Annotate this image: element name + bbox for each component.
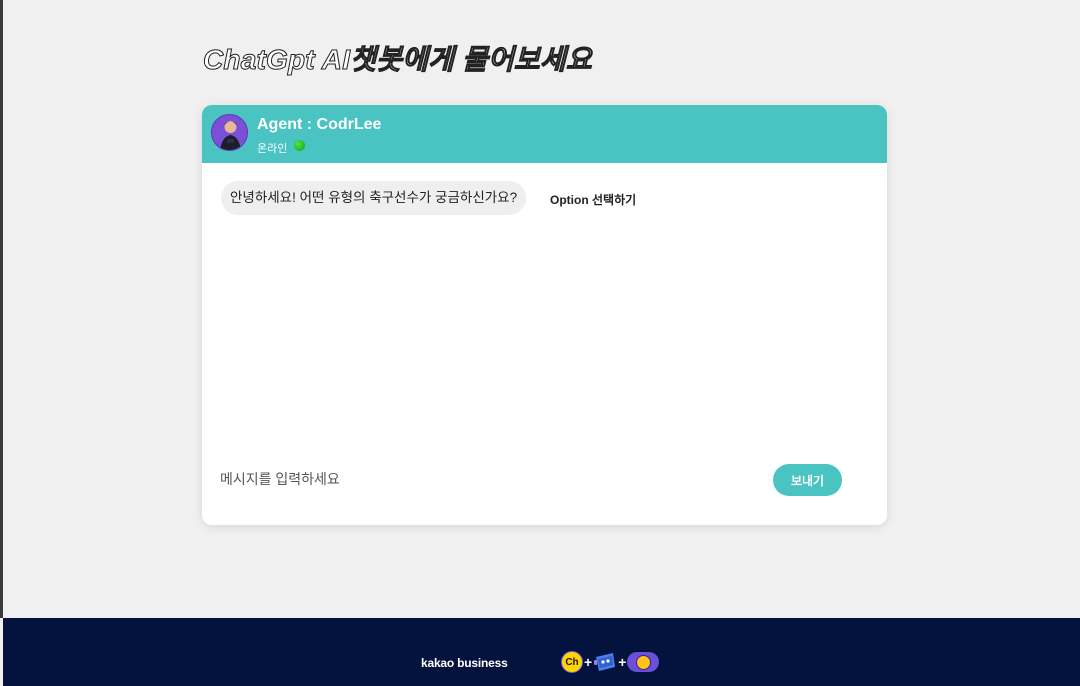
chat-window: Agent : CodrLee 온라인 안녕하세요! 어떤 유형의 축구선수가 … — [202, 105, 887, 525]
agent-avatar — [211, 114, 248, 151]
message-input[interactable] — [220, 467, 740, 491]
agent-name: Agent : CodrLee — [257, 116, 382, 133]
footer: kakao business Ch + + — [3, 618, 1080, 686]
kakao-channel-icon: Ch — [561, 651, 583, 673]
plus-icon: + — [584, 654, 593, 670]
bot-message-bubble: 안녕하세요! 어떤 유형의 축구선수가 궁금하신가요? — [221, 181, 527, 215]
chatbot-icon — [593, 651, 617, 673]
status-text: 온라인 — [257, 143, 288, 155]
kakao-pay-coin-icon — [627, 652, 660, 672]
kakao-business-logo: kakao business — [421, 656, 508, 670]
online-status-indicator — [294, 140, 305, 151]
window-left-edge — [0, 0, 3, 618]
send-button[interactable]: 보내기 — [773, 464, 842, 496]
option-select-button[interactable]: Option 선택하기 — [550, 191, 636, 208]
page-title: ChatGpt AI챗봇에게 물어보세요 — [203, 44, 593, 76]
plus-icon: + — [618, 654, 627, 670]
footer-icons: Ch + + — [561, 648, 660, 676]
chat-header: Agent : CodrLee 온라인 — [202, 105, 887, 163]
